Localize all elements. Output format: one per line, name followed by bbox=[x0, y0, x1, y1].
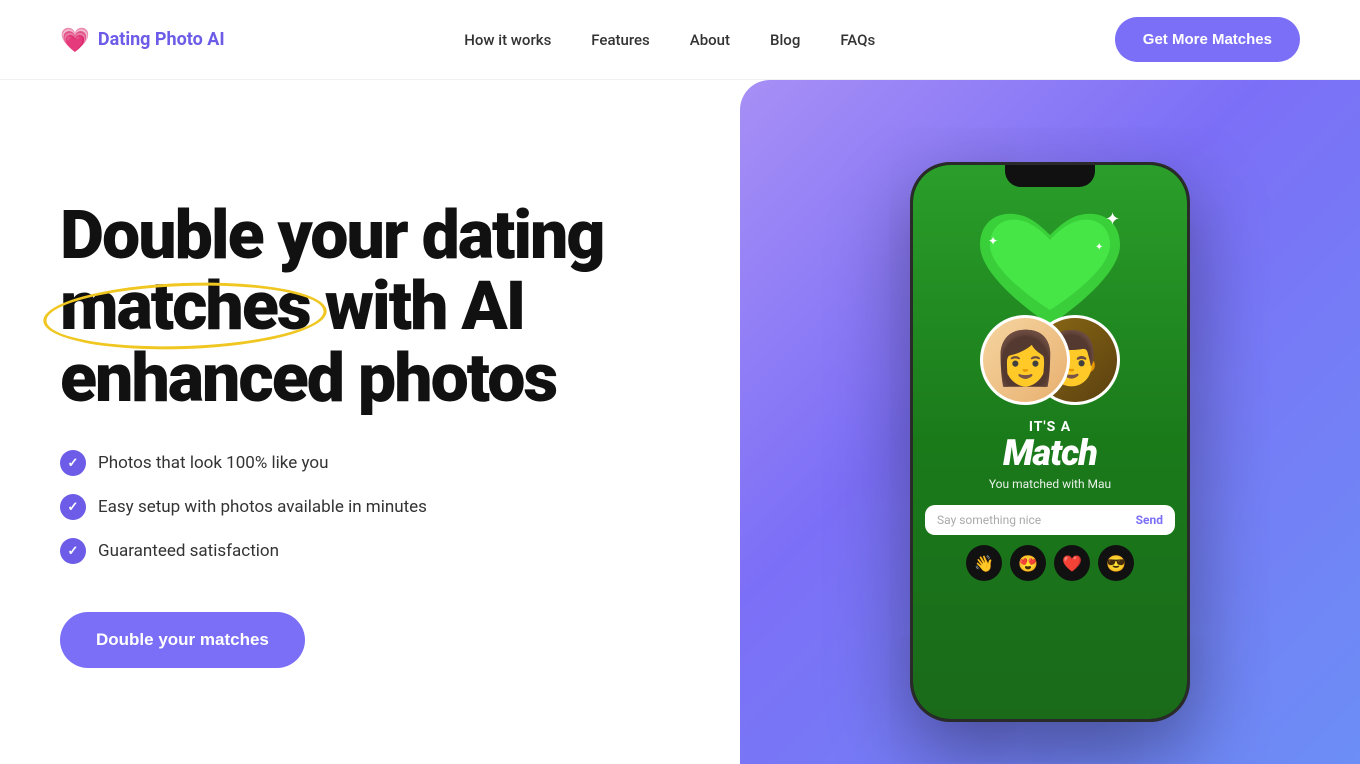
nav-links: How it works Features About Blog FAQs bbox=[464, 30, 875, 49]
feature-item-1: ✓ Photos that look 100% like you bbox=[60, 450, 640, 476]
hero-title-rest: with AI bbox=[310, 266, 525, 346]
phone-mockup: ✦ ✦ ✦ IT'S A Match You matched with Mau … bbox=[910, 162, 1190, 722]
match-title: Match bbox=[1003, 435, 1097, 471]
message-box: Say something nice Send bbox=[925, 505, 1175, 535]
phone-screen: ✦ ✦ ✦ IT'S A Match You matched with Mau … bbox=[913, 165, 1187, 719]
hero-cta-button[interactable]: Double your matches bbox=[60, 612, 305, 668]
navbar: 💗 Dating Photo AI How it works Features … bbox=[0, 0, 1360, 80]
emoji-row: 👋 😍 ❤️ 😎 bbox=[966, 545, 1134, 581]
check-icon-2: ✓ bbox=[60, 494, 86, 520]
feature-text-1: Photos that look 100% like you bbox=[98, 453, 328, 473]
nav-how-it-works[interactable]: How it works bbox=[464, 31, 551, 49]
features-list: ✓ Photos that look 100% like you ✓ Easy … bbox=[60, 450, 640, 564]
nav-faqs[interactable]: FAQs bbox=[840, 31, 875, 49]
nav-about[interactable]: About bbox=[690, 31, 730, 49]
hero-title-line1: Double your dating bbox=[60, 195, 604, 275]
hero-title-line3: enhanced photos bbox=[60, 338, 556, 418]
hero-phone-section: ✦ ✦ ✦ IT'S A Match You matched with Mau … bbox=[740, 80, 1360, 764]
feature-item-2: ✓ Easy setup with photos available in mi… bbox=[60, 494, 640, 520]
svg-text:✦: ✦ bbox=[1095, 242, 1103, 253]
logo-text: Dating Photo AI bbox=[98, 29, 225, 50]
send-button[interactable]: Send bbox=[1136, 513, 1163, 527]
phone-notch bbox=[1005, 165, 1095, 187]
emoji-wave[interactable]: 👋 bbox=[966, 545, 1002, 581]
nav-blog[interactable]: Blog bbox=[770, 31, 800, 49]
match-photos bbox=[980, 315, 1120, 405]
emoji-cool[interactable]: 😎 bbox=[1098, 545, 1134, 581]
hero-section: Double your dating matches with AI enhan… bbox=[0, 80, 1360, 764]
check-icon-1: ✓ bbox=[60, 450, 86, 476]
hero-title-underline-word: matches bbox=[60, 271, 310, 342]
svg-text:✦: ✦ bbox=[988, 234, 998, 248]
feature-text-2: Easy setup with photos available in minu… bbox=[98, 497, 427, 517]
logo-link[interactable]: 💗 Dating Photo AI bbox=[60, 28, 225, 52]
matched-with-text: You matched with Mau bbox=[989, 477, 1111, 491]
feature-text-3: Guaranteed satisfaction bbox=[98, 541, 279, 561]
feature-item-3: ✓ Guaranteed satisfaction bbox=[60, 538, 640, 564]
nav-cta-button[interactable]: Get More Matches bbox=[1115, 17, 1300, 62]
check-icon-3: ✓ bbox=[60, 538, 86, 564]
hero-title: Double your dating matches with AI enhan… bbox=[60, 200, 640, 414]
emoji-heart-eyes[interactable]: 😍 bbox=[1010, 545, 1046, 581]
svg-text:✦: ✦ bbox=[1105, 209, 1120, 230]
nav-features[interactable]: Features bbox=[591, 31, 649, 49]
logo-heart-icon: 💗 bbox=[60, 28, 90, 52]
emoji-red-heart[interactable]: ❤️ bbox=[1054, 545, 1090, 581]
message-placeholder: Say something nice bbox=[937, 513, 1041, 527]
person-photo-1 bbox=[980, 315, 1070, 405]
hero-content: Double your dating matches with AI enhan… bbox=[60, 140, 680, 668]
